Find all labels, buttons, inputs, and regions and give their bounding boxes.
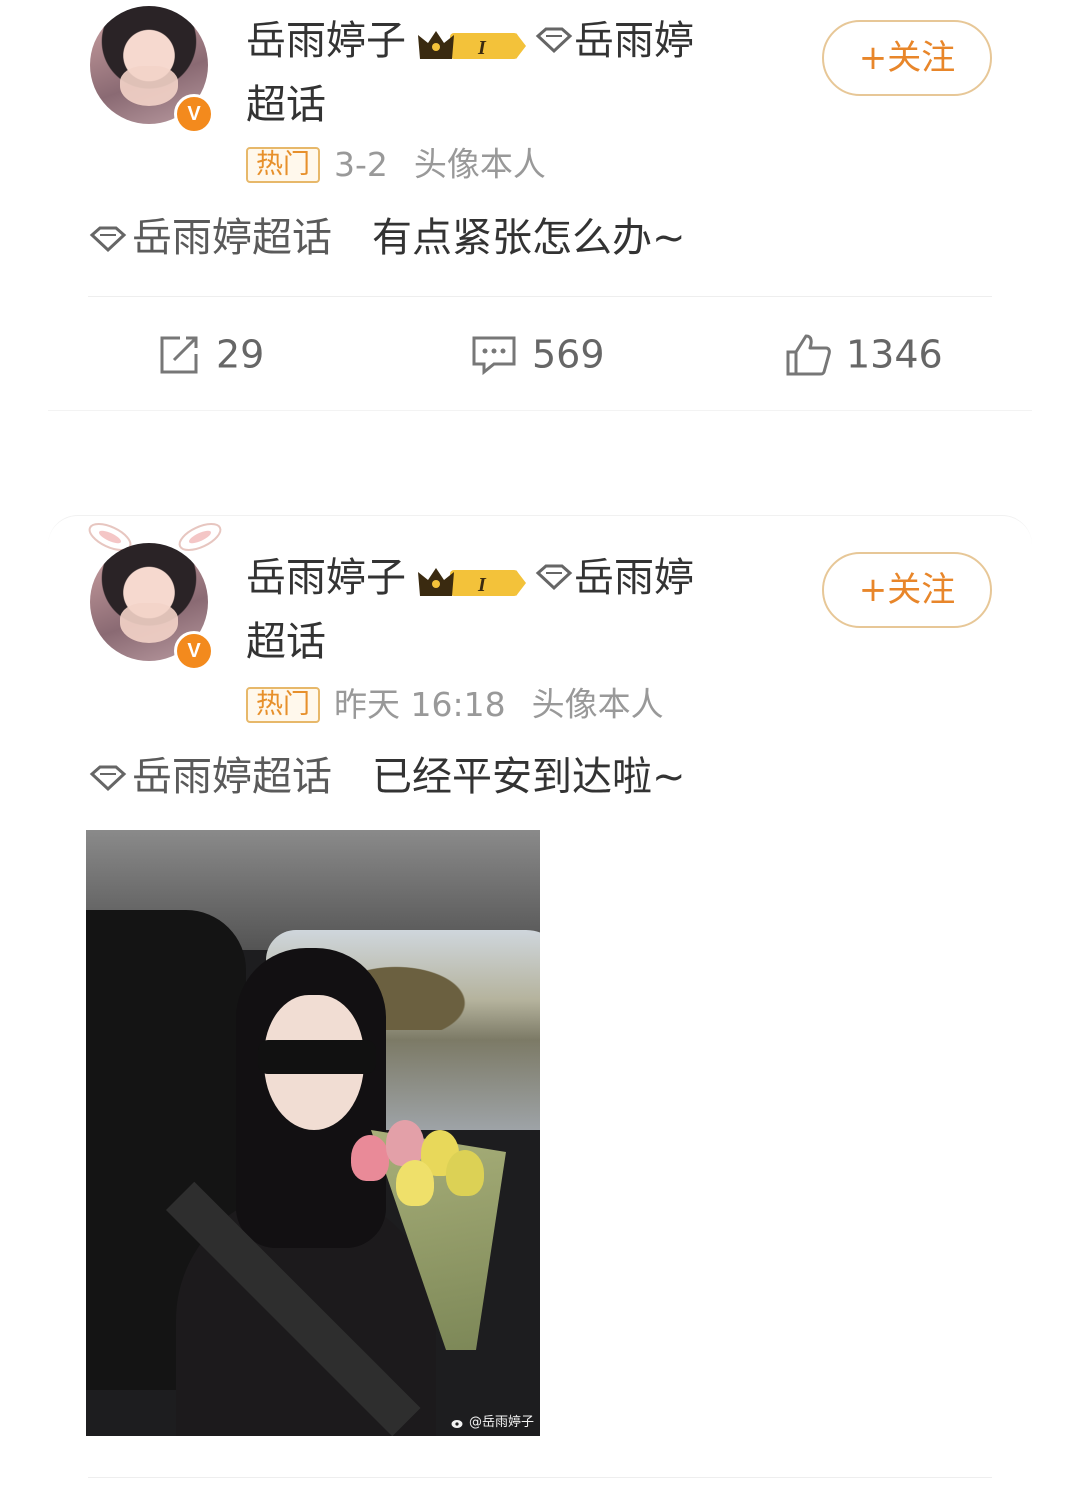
post-time: 昨天 16:18 bbox=[334, 684, 506, 724]
divider bbox=[88, 1477, 992, 1478]
verified-icon: V bbox=[174, 631, 214, 671]
post-text: 有点紧张怎么办~ bbox=[372, 215, 686, 261]
author-line: 岳雨婷子 I 岳雨婷 超话 bbox=[246, 545, 786, 673]
follow-button[interactable]: +关注 bbox=[822, 20, 992, 96]
repost-button[interactable]: 29 bbox=[156, 322, 264, 382]
verified-icon: V bbox=[174, 94, 214, 134]
super-topic-link-tail[interactable]: 超话 bbox=[246, 619, 326, 665]
action-bar: 29 569 1346 bbox=[0, 322, 1080, 382]
divider bbox=[88, 296, 992, 297]
crown-icon[interactable]: I bbox=[416, 21, 528, 61]
repost-count: 29 bbox=[216, 332, 265, 377]
card-bottom-edge bbox=[48, 404, 1032, 411]
comment-icon bbox=[472, 336, 516, 375]
topic-link[interactable]: 岳雨婷超话 bbox=[132, 215, 332, 261]
topic-link[interactable]: 岳雨婷超话 bbox=[132, 754, 332, 800]
comment-button[interactable]: 569 bbox=[470, 322, 605, 382]
post-content: 岳雨婷超话 已经平安到达啦~ bbox=[88, 747, 686, 809]
post-card-2: V 岳雨婷子 I 岳雨婷 超话 +关注 热门 昨天 16:18 头像本人 岳雨婷超话… bbox=[0, 515, 1080, 1500]
image-watermark: @岳雨婷子 bbox=[451, 1411, 534, 1430]
post-photo[interactable]: @岳雨婷子 bbox=[86, 830, 540, 1436]
diamond-icon bbox=[88, 749, 128, 809]
repost-icon bbox=[160, 336, 198, 373]
post-source: 头像本人 bbox=[531, 684, 664, 724]
crown-icon[interactable]: I bbox=[416, 558, 528, 598]
post-source: 头像本人 bbox=[413, 144, 546, 184]
super-topic-link-tail[interactable]: 超话 bbox=[246, 82, 326, 128]
author-name[interactable]: 岳雨婷子 bbox=[246, 18, 406, 64]
hot-badge: 热门 bbox=[246, 686, 320, 723]
diamond-icon bbox=[534, 547, 574, 609]
post-meta: 热门 昨天 16:18 头像本人 bbox=[246, 683, 664, 725]
post-content: 岳雨婷超话 有点紧张怎么办~ bbox=[88, 208, 686, 270]
badge-level: I bbox=[477, 37, 487, 59]
badge-level: I bbox=[477, 574, 487, 596]
comment-count: 569 bbox=[532, 332, 605, 377]
author-name[interactable]: 岳雨婷子 bbox=[246, 555, 406, 601]
like-button[interactable]: 1346 bbox=[784, 322, 943, 382]
diamond-icon bbox=[88, 210, 128, 270]
weibo-logo-icon bbox=[451, 1419, 463, 1428]
follow-button[interactable]: +关注 bbox=[822, 552, 992, 628]
hot-badge: 热门 bbox=[246, 146, 320, 183]
like-icon bbox=[786, 334, 831, 375]
diamond-icon bbox=[534, 10, 574, 72]
super-topic-link[interactable]: 岳雨婷 bbox=[574, 18, 694, 64]
like-count: 1346 bbox=[846, 332, 943, 377]
super-topic-link[interactable]: 岳雨婷 bbox=[574, 555, 694, 601]
author-line: 岳雨婷子 I 岳雨婷 超话 bbox=[246, 8, 786, 136]
post-time: 3-2 bbox=[334, 144, 388, 184]
post-text: 已经平安到达啦~ bbox=[372, 754, 686, 800]
post-card-1: V 岳雨婷子 I 岳雨婷 超话 +关注 热门 3-2 头像本人 岳雨婷超话 有点紧张怎… bbox=[0, 0, 1080, 411]
post-meta: 热门 3-2 头像本人 bbox=[246, 143, 546, 185]
